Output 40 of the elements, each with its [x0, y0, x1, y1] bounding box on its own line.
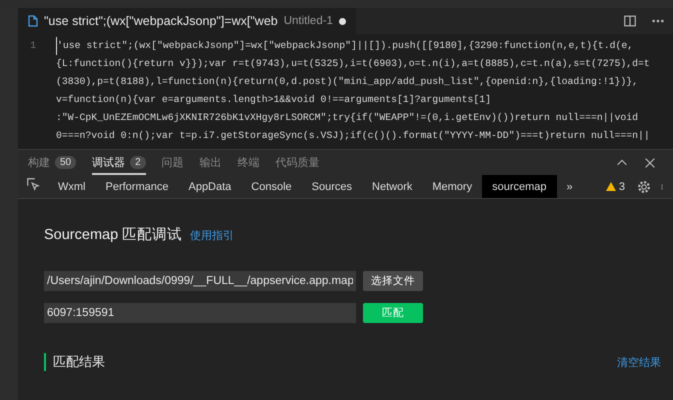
panel-tab[interactable]: 终端 — [238, 150, 260, 175]
guide-link[interactable]: 使用指引 — [190, 228, 234, 243]
panel-tab[interactable]: 问题 — [162, 150, 184, 175]
inspect-icon[interactable] — [26, 177, 40, 191]
panel-title: Sourcemap 匹配调试 — [44, 226, 182, 244]
close-icon[interactable] — [643, 156, 657, 170]
code-line: :"W-CpK_UnEZEmOCMLw6jXKNIR726bK1vXHgy8rLSORCM";try{if("WEAPP"!=(0,i.getEnv)())return null===n||void — [56, 111, 640, 125]
code-line: {L:function(){return v}});var r=t(9743),u=t(5325),i=t(6903),o=t.n(i),a=t(8885),c=t.n(a),s=t(7275),d=t — [56, 57, 650, 71]
code-line: v=function(n){var e=arguments.length>1&&void 0!==arguments[1]?arguments[1] — [56, 93, 492, 107]
devtools-tab[interactable]: sourcemap — [482, 175, 557, 198]
panel-tab[interactable]: 构建 50 — [28, 150, 76, 175]
devtools-tab[interactable]: Network — [362, 175, 422, 198]
devtools-tab[interactable]: Sources — [302, 175, 362, 198]
line-number: 1 — [29, 39, 36, 53]
split-editor-icon[interactable] — [623, 14, 637, 28]
file-icon — [28, 15, 38, 27]
count-badge: 50 — [55, 156, 76, 169]
choose-file-button[interactable]: 选择文件 — [363, 271, 423, 291]
code-line: (3830),p=t(8188),l=function(n){return(0,d.post)("mini_app/add_push_list",{openid:n},{loading:!1})}, — [56, 75, 640, 89]
more-tabs-button[interactable]: » — [556, 175, 583, 198]
devtools-tab[interactable]: Wxml — [48, 175, 96, 198]
devtools-tab[interactable]: Console — [241, 175, 302, 198]
panel-tab[interactable]: 输出 — [200, 150, 222, 175]
devtools-tab[interactable]: Memory — [422, 175, 482, 198]
devtools-tab[interactable]: AppData — [178, 175, 242, 198]
editor-tab[interactable]: "use strict";(wx["webpackJsonp"]=wx["web Untitled-1 — [18, 8, 356, 34]
clear-results-link[interactable]: 清空结果 — [617, 354, 661, 370]
tab-subtitle: Untitled-1 — [284, 15, 333, 27]
warning-icon — [606, 182, 616, 191]
devtools-tab[interactable]: Performance — [96, 175, 178, 198]
tab-title: "use strict";(wx["webpackJsonp"]=wx["web — [44, 14, 278, 28]
position-field[interactable]: 6097:159591 — [44, 303, 356, 323]
count-badge: 2 — [130, 156, 146, 169]
code-line: 'use strict";(wx["webpackJsonp"]=wx["webpackJsonp"]||[]).push([[9180],{3290:function(n,e,t){t.d(e, — [56, 37, 650, 55]
code-line: 0===n?void 0:n();var t=p.i7.getStorageSync(s.VSJ);if(c()().format("YYYY-MM-DD")===t)return null===n|| — [56, 129, 650, 143]
warning-count[interactable]: 3 — [606, 180, 625, 192]
result-heading: 匹配结果 — [44, 353, 105, 371]
settings-icon[interactable] — [637, 180, 651, 194]
file-path-field[interactable]: /Users/ajin/Downloads/0999/__FULL__/appservice.app.map — [44, 271, 356, 291]
panel-tab[interactable]: 代码质量 — [276, 150, 320, 175]
